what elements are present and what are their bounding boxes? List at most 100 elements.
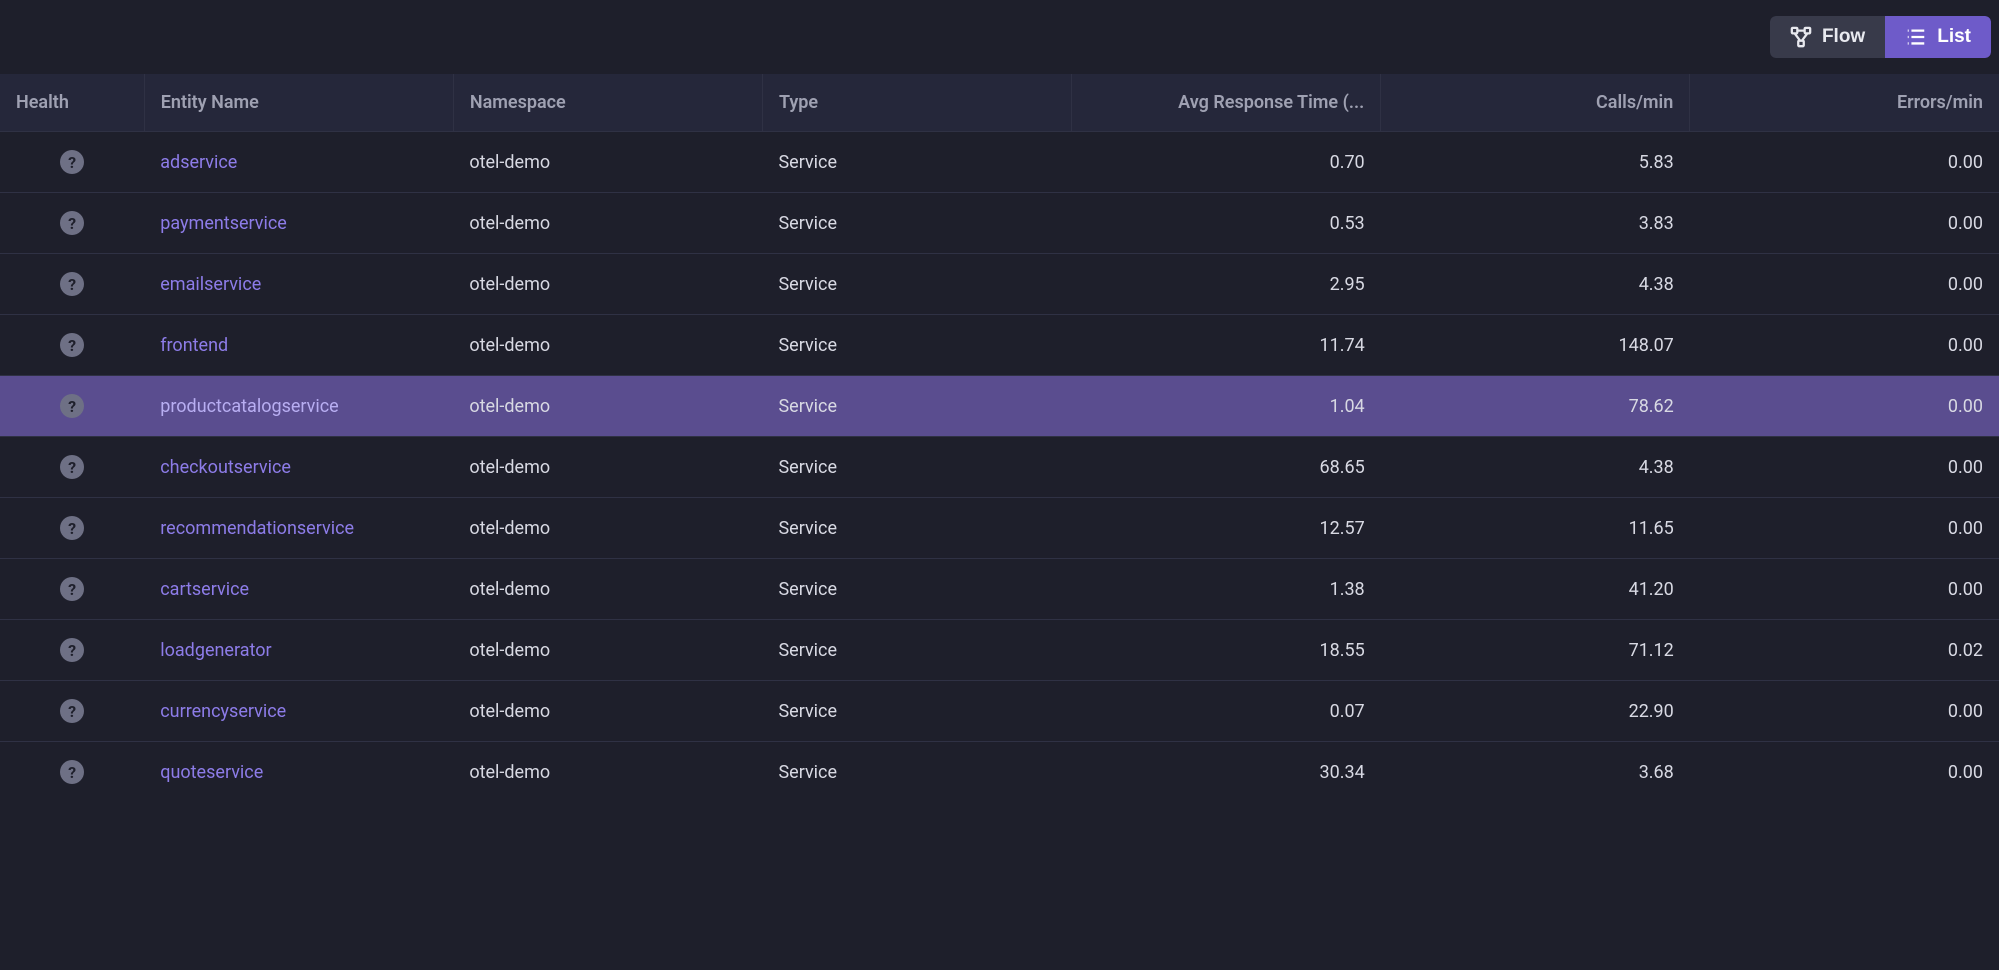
- entity-link[interactable]: checkoutservice: [160, 457, 291, 478]
- health-unknown-icon: ?: [60, 272, 84, 296]
- table-row[interactable]: ?emailserviceotel-demoService2.954.380.0…: [0, 254, 1999, 315]
- health-cell: ?: [0, 193, 144, 254]
- health-unknown-icon: ?: [60, 455, 84, 479]
- entity-link[interactable]: emailservice: [160, 274, 261, 295]
- avg-response-cell: 1.04: [1072, 376, 1381, 437]
- table-row[interactable]: ?recommendationserviceotel-demoService12…: [0, 498, 1999, 559]
- entity-name-cell: adservice: [144, 132, 453, 193]
- entity-name-cell: frontend: [144, 315, 453, 376]
- type-cell: Service: [762, 132, 1071, 193]
- health-cell: ?: [0, 315, 144, 376]
- namespace-cell: otel-demo: [453, 254, 762, 315]
- type-cell: Service: [762, 559, 1071, 620]
- health-unknown-icon: ?: [60, 394, 84, 418]
- health-unknown-icon: ?: [60, 150, 84, 174]
- entity-link[interactable]: quoteservice: [160, 762, 263, 783]
- health-unknown-icon: ?: [60, 699, 84, 723]
- type-cell: Service: [762, 193, 1071, 254]
- calls-per-min-cell: 148.07: [1381, 315, 1690, 376]
- header-namespace[interactable]: Namespace: [453, 74, 762, 132]
- avg-response-cell: 0.07: [1072, 681, 1381, 742]
- health-cell: ?: [0, 742, 144, 803]
- entity-link[interactable]: cartservice: [160, 579, 249, 600]
- type-cell: Service: [762, 620, 1071, 681]
- table-row[interactable]: ?cartserviceotel-demoService1.3841.200.0…: [0, 559, 1999, 620]
- avg-response-cell: 2.95: [1072, 254, 1381, 315]
- entity-name-cell: loadgenerator: [144, 620, 453, 681]
- entity-link[interactable]: currencyservice: [160, 701, 286, 722]
- header-calls-per-min[interactable]: Calls/min: [1381, 74, 1690, 132]
- header-health[interactable]: Health: [0, 74, 144, 132]
- flow-icon: [1790, 26, 1812, 48]
- namespace-cell: otel-demo: [453, 742, 762, 803]
- entity-link[interactable]: adservice: [160, 152, 237, 173]
- entity-name-cell: recommendationservice: [144, 498, 453, 559]
- entity-link[interactable]: paymentservice: [160, 213, 287, 234]
- avg-response-cell: 0.70: [1072, 132, 1381, 193]
- avg-response-cell: 12.57: [1072, 498, 1381, 559]
- type-cell: Service: [762, 437, 1071, 498]
- entity-link[interactable]: recommendationservice: [160, 518, 354, 539]
- entity-name-cell: emailservice: [144, 254, 453, 315]
- entity-name-cell: cartservice: [144, 559, 453, 620]
- errors-per-min-cell: 0.00: [1690, 437, 1999, 498]
- errors-per-min-cell: 0.00: [1690, 559, 1999, 620]
- table-row[interactable]: ?paymentserviceotel-demoService0.533.830…: [0, 193, 1999, 254]
- avg-response-cell: 68.65: [1072, 437, 1381, 498]
- calls-per-min-cell: 71.12: [1381, 620, 1690, 681]
- errors-per-min-cell: 0.00: [1690, 315, 1999, 376]
- avg-response-cell: 0.53: [1072, 193, 1381, 254]
- avg-response-cell: 11.74: [1072, 315, 1381, 376]
- health-cell: ?: [0, 559, 144, 620]
- entity-name-cell: productcatalogservice: [144, 376, 453, 437]
- calls-per-min-cell: 3.83: [1381, 193, 1690, 254]
- list-icon: [1905, 26, 1927, 48]
- table-row[interactable]: ? productcatalogservice otel-demoService1.…: [0, 376, 1999, 437]
- type-cell: Service: [762, 254, 1071, 315]
- calls-per-min-cell: 78.62: [1381, 376, 1690, 437]
- header-avg-response[interactable]: Avg Response Time (...: [1072, 74, 1381, 132]
- table-header-row: Health Entity Name Namespace Type Avg Re…: [0, 74, 1999, 132]
- calls-per-min-cell: 3.68: [1381, 742, 1690, 803]
- calls-per-min-cell: 22.90: [1381, 681, 1690, 742]
- namespace-cell: otel-demo: [453, 193, 762, 254]
- services-table: Health Entity Name Namespace Type Avg Re…: [0, 74, 1999, 802]
- table-row[interactable]: ?checkoutserviceotel-demoService68.654.3…: [0, 437, 1999, 498]
- header-entity-name[interactable]: Entity Name: [144, 74, 453, 132]
- type-cell: Service: [762, 376, 1071, 437]
- namespace-cell: otel-demo: [453, 315, 762, 376]
- list-button-label: List: [1937, 26, 1971, 48]
- calls-per-min-cell: 5.83: [1381, 132, 1690, 193]
- header-type[interactable]: Type: [762, 74, 1071, 132]
- table-row[interactable]: ?frontendotel-demoService11.74148.070.00: [0, 315, 1999, 376]
- namespace-cell: otel-demo: [453, 681, 762, 742]
- health-unknown-icon: ?: [60, 333, 84, 357]
- namespace-cell: otel-demo: [453, 132, 762, 193]
- header-errors-per-min[interactable]: Errors/min: [1690, 74, 1999, 132]
- table-row[interactable]: ?loadgeneratorotel-demoService18.5571.12…: [0, 620, 1999, 681]
- entity-name-cell: quoteservice: [144, 742, 453, 803]
- avg-response-cell: 1.38: [1072, 559, 1381, 620]
- errors-per-min-cell: 0.02: [1690, 620, 1999, 681]
- health-cell: ?: [0, 437, 144, 498]
- health-cell: ?: [0, 498, 144, 559]
- calls-per-min-cell: 41.20: [1381, 559, 1690, 620]
- entity-name-cell: paymentservice: [144, 193, 453, 254]
- errors-per-min-cell: 0.00: [1690, 498, 1999, 559]
- calls-per-min-cell: 4.38: [1381, 437, 1690, 498]
- namespace-cell: otel-demo: [453, 376, 762, 437]
- entity-name-cell: currencyservice: [144, 681, 453, 742]
- type-cell: Service: [762, 681, 1071, 742]
- list-view-button[interactable]: List: [1885, 16, 1991, 58]
- flow-view-button[interactable]: Flow: [1770, 16, 1885, 58]
- health-unknown-icon: ?: [60, 516, 84, 540]
- entity-link[interactable]: frontend: [160, 335, 228, 356]
- errors-per-min-cell: 0.00: [1690, 254, 1999, 315]
- entity-link[interactable]: loadgenerator: [160, 640, 271, 661]
- table-row[interactable]: ?quoteserviceotel-demoService30.343.680.…: [0, 742, 1999, 803]
- health-unknown-icon: ?: [60, 638, 84, 662]
- entity-link[interactable]: productcatalogservice: [160, 396, 338, 417]
- table-row[interactable]: ? currencyservice otel-demoService0.0722.9…: [0, 681, 1999, 742]
- view-toggle: Flow List: [1770, 16, 1991, 58]
- table-row[interactable]: ?adserviceotel-demoService0.705.830.00: [0, 132, 1999, 193]
